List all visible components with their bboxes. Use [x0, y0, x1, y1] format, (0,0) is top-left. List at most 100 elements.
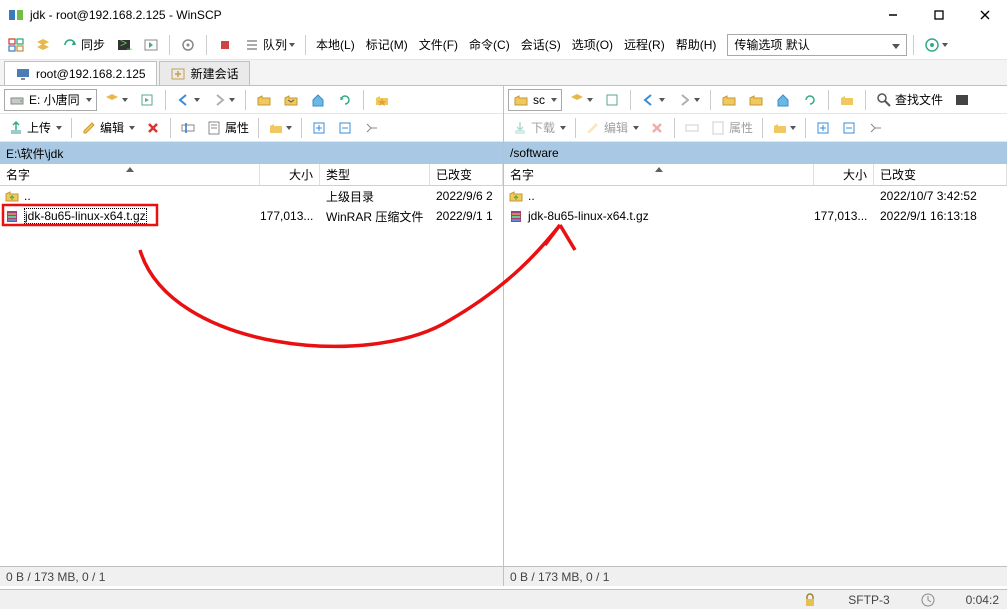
archive-icon: [4, 208, 20, 224]
download-button[interactable]: 下载: [508, 119, 570, 136]
menu-options[interactable]: 选项(O): [568, 36, 617, 53]
time-label: 0:04:2: [966, 593, 999, 607]
left-status-bar: 0 B / 173 MB, 0 / 1: [0, 566, 503, 586]
collapse-button[interactable]: [333, 116, 357, 140]
right-expand-button[interactable]: [811, 116, 835, 140]
rename-button[interactable]: [176, 116, 200, 140]
menu-help[interactable]: 帮助(H): [672, 36, 721, 53]
menu-commands[interactable]: 命令(C): [465, 36, 514, 53]
stop-button[interactable]: [213, 33, 237, 57]
minimize-button[interactable]: [879, 5, 907, 25]
sync-browse-button[interactable]: [31, 33, 55, 57]
title-bar: jdk - root@192.168.2.125 - WinSCP: [0, 0, 1007, 30]
left-drive-combo[interactable]: E: 小唐同: [4, 89, 97, 111]
lock-icon: [802, 592, 818, 608]
right-path-bar: /software: [504, 142, 1007, 164]
file-row-parent[interactable]: .. 上级目录 2022/9/6 2: [0, 186, 503, 206]
new-folder-button[interactable]: [264, 116, 296, 140]
left-parent-button[interactable]: [252, 88, 276, 112]
right-pane: sc 查找文件 下载 编辑 属性: [504, 86, 1007, 586]
right-filter-button[interactable]: [565, 88, 597, 112]
right-forward-button[interactable]: [672, 88, 704, 112]
right-drive-combo[interactable]: sc: [508, 89, 562, 111]
left-reload-button[interactable]: [135, 88, 159, 112]
console-button[interactable]: >_: [112, 33, 136, 57]
col-name-r[interactable]: 名字: [504, 164, 814, 185]
upload-button[interactable]: 上传: [4, 119, 66, 136]
left-refresh-button[interactable]: [333, 88, 357, 112]
menu-files[interactable]: 文件(F): [415, 36, 462, 53]
menu-mark[interactable]: 标记(M): [362, 36, 412, 53]
left-home-button[interactable]: [306, 88, 330, 112]
folder-icon: [513, 92, 529, 108]
right-root-button[interactable]: [744, 88, 768, 112]
left-root-button[interactable]: [279, 88, 303, 112]
right-back-button[interactable]: [637, 88, 669, 112]
col-type[interactable]: 类型: [320, 164, 430, 185]
left-filter-button[interactable]: [100, 88, 132, 112]
new-session-tab[interactable]: 新建会话: [159, 61, 250, 85]
right-refresh-button[interactable]: [798, 88, 822, 112]
queue-button[interactable]: 队列: [240, 33, 299, 57]
file-row-jdk[interactable]: jdk-8u65-linux-x64.t.gz 177,013... WinRA…: [0, 206, 503, 226]
left-file-list[interactable]: .. 上级目录 2022/9/6 2 jdk-8u65-linux-x64.t.…: [0, 186, 503, 566]
session-tabs: root@192.168.2.125 新建会话: [0, 60, 1007, 86]
right-home-button[interactable]: [771, 88, 795, 112]
col-changed-r[interactable]: 已改变: [874, 164, 1007, 185]
file-row-parent-r[interactable]: .. 2022/10/7 3:42:52: [504, 186, 1007, 206]
col-name[interactable]: 名字: [0, 164, 260, 185]
right-new-folder-button[interactable]: [768, 116, 800, 140]
right-properties-button[interactable]: 属性: [706, 119, 757, 136]
left-bookmark-button[interactable]: [370, 88, 394, 112]
clock-icon: [920, 592, 936, 608]
queue-settings-button[interactable]: [176, 33, 200, 57]
menu-local[interactable]: 本地(L): [312, 36, 359, 53]
monitor-icon: [15, 66, 31, 82]
new-tab-icon: [170, 66, 186, 82]
file-row-jdk-r[interactable]: jdk-8u65-linux-x64.t.gz 177,013... 2022/…: [504, 206, 1007, 226]
left-back-button[interactable]: [172, 88, 204, 112]
col-size[interactable]: 大小: [260, 164, 320, 185]
svg-text:>_: >_: [120, 37, 132, 50]
bottom-status-bar: SFTP-3 0:04:2: [0, 589, 1007, 609]
app-icon: [8, 7, 24, 23]
left-columns-header: 名字 大小 类型 已改变: [0, 164, 503, 186]
right-collapse-button[interactable]: [837, 116, 861, 140]
properties-button[interactable]: 属性: [202, 119, 253, 136]
tree-button[interactable]: [359, 116, 383, 140]
left-action-toolbar: 上传 编辑 属性: [0, 114, 503, 142]
delete-button[interactable]: [141, 116, 165, 140]
col-changed[interactable]: 已改变: [430, 164, 503, 185]
transfer-options-combo[interactable]: 传输选项 默认: [727, 34, 907, 56]
right-delete-button[interactable]: [645, 116, 669, 140]
right-file-list[interactable]: .. 2022/10/7 3:42:52 jdk-8u65-linux-x64.…: [504, 186, 1007, 566]
transfer-options-label: 传输选项 默认: [734, 36, 809, 53]
menu-session[interactable]: 会话(S): [517, 36, 565, 53]
right-edit-button[interactable]: 编辑: [581, 119, 643, 136]
right-drive-label: sc: [533, 93, 545, 107]
right-reload-button[interactable]: [600, 88, 624, 112]
session-tab-label: root@192.168.2.125: [36, 67, 146, 81]
right-tree-button[interactable]: [863, 116, 887, 140]
sync-button[interactable]: 同步: [58, 33, 109, 57]
layout-button[interactable]: [4, 33, 28, 57]
right-terminal-button[interactable]: [950, 88, 974, 112]
col-size-r[interactable]: 大小: [814, 164, 874, 185]
menu-remote[interactable]: 远程(R): [620, 36, 669, 53]
new-session-label: 新建会话: [191, 65, 239, 82]
main-toolbar: 同步 >_ 队列 本地(L) 标记(M) 文件(F) 命令(C) 会话(S) 选…: [0, 30, 1007, 60]
maximize-button[interactable]: [925, 5, 953, 25]
expand-button[interactable]: [307, 116, 331, 140]
right-rename-button[interactable]: [680, 116, 704, 140]
new-session-icon[interactable]: [920, 33, 952, 57]
close-button[interactable]: [971, 5, 999, 25]
find-files-button[interactable]: 查找文件: [872, 91, 947, 108]
window-title: jdk - root@192.168.2.125 - WinSCP: [30, 8, 879, 22]
left-drive-label: E: 小唐同: [29, 91, 80, 108]
edit-button[interactable]: 编辑: [77, 119, 139, 136]
right-parent-button[interactable]: [717, 88, 741, 112]
session-tab-active[interactable]: root@192.168.2.125: [4, 61, 157, 85]
transfer-button[interactable]: [139, 33, 163, 57]
left-forward-button[interactable]: [207, 88, 239, 112]
right-bookmark-button[interactable]: [835, 88, 859, 112]
